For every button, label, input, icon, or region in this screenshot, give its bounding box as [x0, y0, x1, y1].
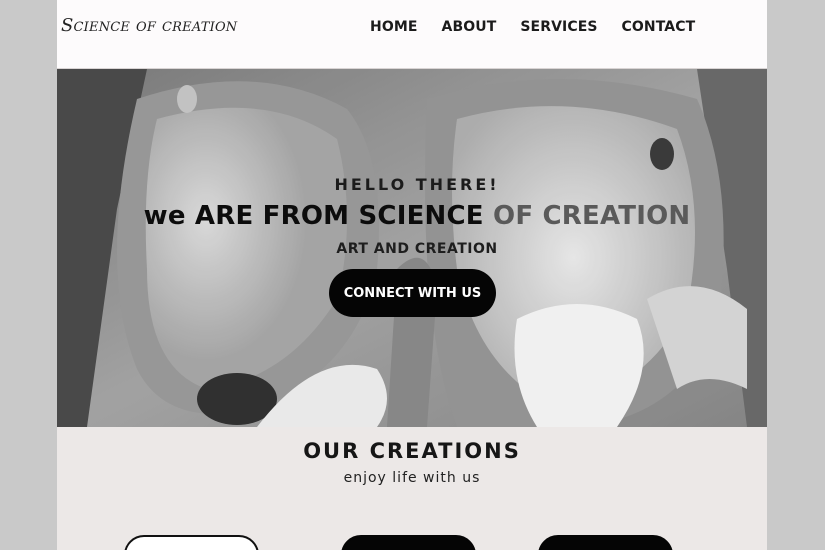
hero-text-block: HELLO THERE! we ARE FROM SCIENCE OF CREA…: [57, 69, 767, 427]
navbar: Science of creation HOME ABOUT SERVICES …: [57, 0, 767, 69]
site-logo[interactable]: Science of creation: [61, 15, 237, 36]
nav-link-home[interactable]: HOME: [370, 19, 418, 35]
creation-card-button-1[interactable]: [124, 535, 259, 550]
hero-subtitle: ART AND CREATION: [336, 241, 498, 257]
hero-title-light: OF CREATION: [493, 201, 691, 231]
hero-title-dark: we ARE FROM SCIENCE: [143, 201, 484, 231]
connect-button[interactable]: CONNECT WITH US: [329, 269, 496, 317]
nav-link-about[interactable]: ABOUT: [442, 19, 497, 35]
hero-title: we ARE FROM SCIENCE OF CREATION: [57, 201, 767, 231]
creations-subtitle: enjoy life with us: [343, 470, 481, 486]
nav-link-contact[interactable]: CONTACT: [622, 19, 696, 35]
nav-link-services[interactable]: SERVICES: [520, 19, 597, 35]
hero-section: HELLO THERE! we ARE FROM SCIENCE OF CREA…: [57, 69, 767, 427]
creation-card-button-2[interactable]: [341, 535, 476, 550]
creation-card-button-3[interactable]: [538, 535, 673, 550]
creations-title: OUR CREATIONS: [303, 439, 521, 463]
creations-section: OUR CREATIONS enjoy life with us: [57, 427, 767, 550]
main-nav: HOME ABOUT SERVICES CONTACT: [370, 19, 695, 35]
page: Science of creation HOME ABOUT SERVICES …: [57, 0, 767, 550]
hero-greeting: HELLO THERE!: [334, 175, 500, 194]
